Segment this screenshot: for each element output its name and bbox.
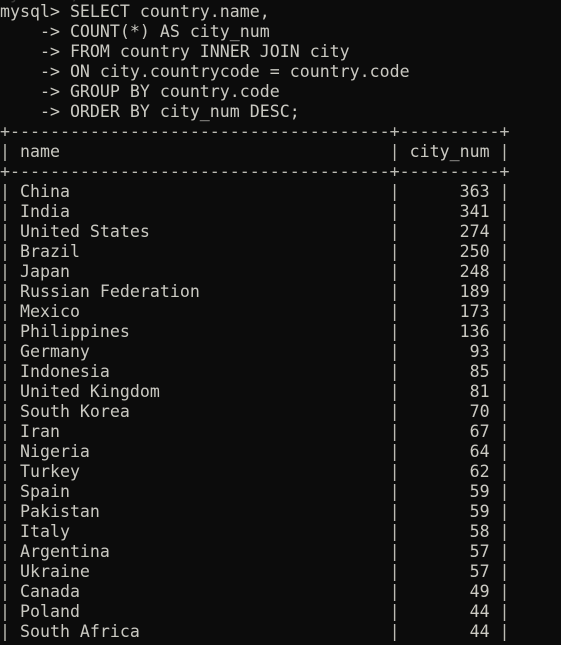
cell-name: South Africa: [10, 622, 390, 641]
cell-name: Canada: [10, 582, 390, 601]
cell-name: Japan: [10, 262, 390, 281]
cell-name: Mexico: [10, 302, 390, 321]
query-continuation-line: -> ON city.countrycode = country.code: [0, 62, 410, 81]
table-row: | Turkey | 62 |: [0, 462, 510, 481]
terminal-output: mysql> SELECT country.name, -> COUNT(*) …: [0, 2, 561, 642]
table-row: | Spain | 59 |: [0, 482, 510, 501]
table-row: | Italy | 58 |: [0, 522, 510, 541]
cell-name: India: [10, 202, 390, 221]
table-row: | Argentina | 57 |: [0, 542, 510, 561]
table-row: | Germany | 93 |: [0, 342, 510, 361]
table-row: | Mexico | 173 |: [0, 302, 510, 321]
cell-name: Germany: [10, 342, 390, 361]
table-row: | South Korea | 70 |: [0, 402, 510, 421]
cell-name: Russian Federation: [10, 282, 390, 301]
table-row: | Poland | 44 |: [0, 602, 510, 621]
cell-city_num: 59: [399, 482, 500, 501]
table-rule-top: +--------------------------------------+…: [0, 122, 510, 141]
table-row: | South Africa | 44 |: [0, 622, 510, 641]
cell-city_num: 44: [399, 622, 500, 641]
cell-city_num: 59: [399, 502, 500, 521]
cell-name: Brazil: [10, 242, 390, 261]
cell-city_num: 57: [399, 542, 500, 561]
cell-name: China: [10, 182, 390, 201]
cell-name: Ukraine: [10, 562, 390, 581]
table-rule-header: +--------------------------------------+…: [0, 162, 510, 181]
query-continuation-line: -> COUNT(*) AS city_num: [0, 22, 270, 41]
cell-name: United States: [10, 222, 390, 241]
cell-name: Nigeria: [10, 442, 390, 461]
cell-city_num: 248: [399, 262, 500, 281]
column-header-name: name: [10, 142, 390, 161]
cell-city_num: 44: [399, 602, 500, 621]
table-row: | Indonesia | 85 |: [0, 362, 510, 381]
cell-name: Spain: [10, 482, 390, 501]
cell-city_num: 57: [399, 562, 500, 581]
table-header-row: | name | city_num |: [0, 142, 510, 161]
cell-name: Poland: [10, 602, 390, 621]
table-row: | United Kingdom | 81 |: [0, 382, 510, 401]
cell-city_num: 189: [399, 282, 500, 301]
cell-name: United Kingdom: [10, 382, 390, 401]
table-row: | India | 341 |: [0, 202, 510, 221]
cell-city_num: 67: [399, 422, 500, 441]
cell-city_num: 363: [399, 182, 500, 201]
terminal-window[interactable]: ry.name, mysql> SELECT country.name, -> …: [0, 0, 561, 645]
table-row: | Pakistan | 59 |: [0, 502, 510, 521]
cell-city_num: 274: [399, 222, 500, 241]
cell-name: South Korea: [10, 402, 390, 421]
cell-city_num: 173: [399, 302, 500, 321]
table-row: | Canada | 49 |: [0, 582, 510, 601]
query-continuation-line: -> FROM country INNER JOIN city: [0, 42, 350, 61]
cell-city_num: 250: [399, 242, 500, 261]
table-row: | Ukraine | 57 |: [0, 562, 510, 581]
column-header-city_num: city_num: [399, 142, 500, 161]
cell-city_num: 136: [399, 322, 500, 341]
table-row: | Philippines | 136 |: [0, 322, 510, 341]
cell-name: Pakistan: [10, 502, 390, 521]
table-row: | Nigeria | 64 |: [0, 442, 510, 461]
cell-city_num: 85: [399, 362, 500, 381]
cell-name: Italy: [10, 522, 390, 541]
cell-city_num: 341: [399, 202, 500, 221]
table-row: | China | 363 |: [0, 182, 510, 201]
cell-city_num: 70: [399, 402, 500, 421]
cell-name: Iran: [10, 422, 390, 441]
cell-city_num: 58: [399, 522, 500, 541]
cell-city_num: 62: [399, 462, 500, 481]
table-row: | United States | 274 |: [0, 222, 510, 241]
cell-name: Indonesia: [10, 362, 390, 381]
cell-name: Philippines: [10, 322, 390, 341]
query-continuation-line: -> ORDER BY city_num DESC;: [0, 102, 300, 121]
table-row: | Japan | 248 |: [0, 262, 510, 281]
cell-name: Argentina: [10, 542, 390, 561]
table-row: | Brazil | 250 |: [0, 242, 510, 261]
cell-city_num: 64: [399, 442, 500, 461]
cell-city_num: 49: [399, 582, 500, 601]
table-row: | Iran | 67 |: [0, 422, 510, 441]
cell-city_num: 93: [399, 342, 500, 361]
table-row: | Russian Federation | 189 |: [0, 282, 510, 301]
query-prompt-line: mysql> SELECT country.name,: [0, 2, 270, 21]
cell-city_num: 81: [399, 382, 500, 401]
query-continuation-line: -> GROUP BY country.code: [0, 82, 280, 101]
cell-name: Turkey: [10, 462, 390, 481]
